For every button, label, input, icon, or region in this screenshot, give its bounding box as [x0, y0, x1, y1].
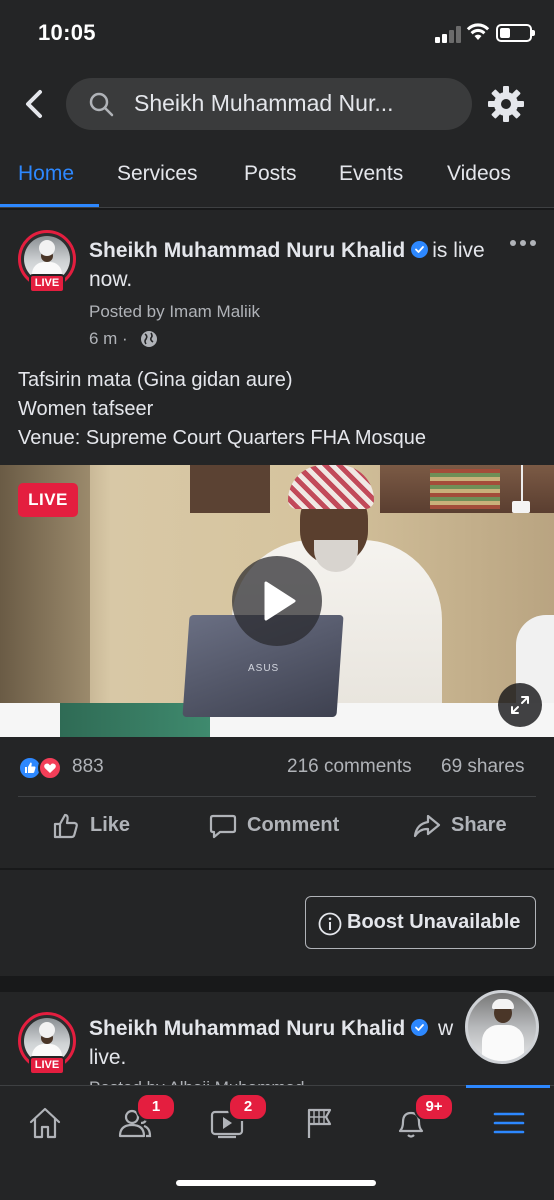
info-icon — [318, 912, 342, 936]
status-bar: 10:05 — [0, 0, 554, 66]
home-icon — [29, 1107, 61, 1139]
tab-videos[interactable]: Videos — [447, 162, 511, 186]
tab-events[interactable]: Events — [339, 162, 403, 186]
boost-bar: Boost Unavailable — [0, 870, 554, 976]
post-body-line: Women tafseer — [18, 398, 154, 420]
signal-icon — [435, 25, 461, 43]
friends-badge: 1 — [136, 1093, 176, 1121]
flag-icon — [307, 1108, 332, 1138]
post-title: Sheikh Muhammad Nuru Khalid w live. — [89, 1014, 455, 1072]
search-icon — [89, 92, 114, 117]
play-icon — [264, 581, 296, 621]
post-time: 6 m · — [89, 329, 128, 348]
watch-badge: 2 — [228, 1093, 268, 1121]
comment-icon — [209, 814, 237, 839]
comment-count[interactable]: 216 comments — [287, 756, 412, 778]
tab-posts[interactable]: Posts — [244, 162, 297, 186]
active-nav-indicator — [466, 1085, 550, 1088]
like-button[interactable]: Like — [52, 810, 152, 844]
notifications-badge: 9+ — [414, 1093, 454, 1121]
back-button[interactable] — [18, 84, 52, 124]
live-chat-head-bubble[interactable] — [465, 990, 539, 1064]
tab-home[interactable]: Home — [18, 162, 74, 186]
globe-icon — [141, 331, 157, 347]
verified-icon — [411, 1019, 429, 1036]
live-mini-badge: LIVE — [29, 1056, 65, 1075]
avatar[interactable]: LIVE — [18, 1012, 76, 1082]
search-input[interactable]: Sheikh Muhammad Nur... — [66, 78, 472, 130]
search-query: Sheikh Muhammad Nur... — [134, 90, 394, 116]
thumbs-up-icon — [53, 813, 78, 839]
comment-label: Comment — [247, 814, 340, 836]
verified-icon — [411, 241, 429, 258]
post-body-line: Tafsirin mata (Gina gidan aure) — [18, 369, 293, 391]
post-title: Sheikh Muhammad Nuru Khalid is live now. — [89, 236, 489, 294]
expand-icon — [511, 696, 529, 714]
wifi-icon — [466, 23, 490, 40]
nav-pages[interactable] — [294, 1100, 344, 1144]
page-tabs: Home Services Posts Events Videos — [0, 144, 554, 208]
avatar[interactable]: LIVE — [18, 230, 76, 300]
live-mini-badge: LIVE — [29, 274, 65, 293]
author-name[interactable]: Sheikh Muhammad Nuru Khalid — [89, 239, 405, 262]
nav-friends[interactable]: 1 — [110, 1093, 176, 1144]
expand-button[interactable] — [498, 683, 542, 727]
menu-icon — [493, 1112, 525, 1134]
post-body-line: Venue: Supreme Court Quarters FHA Mosque — [18, 427, 426, 449]
nav-notifications[interactable]: 9+ — [386, 1093, 454, 1144]
share-button[interactable]: Share — [413, 810, 523, 844]
share-label: Share — [451, 814, 507, 836]
page-header: Sheikh Muhammad Nur... — [0, 66, 554, 144]
reaction-count[interactable]: 883 — [72, 756, 104, 778]
tab-services[interactable]: Services — [117, 162, 198, 186]
laptop-logo: ASUS — [248, 663, 280, 674]
play-button[interactable] — [232, 556, 322, 646]
gear-icon[interactable] — [486, 84, 526, 124]
live-badge: LIVE — [18, 483, 78, 517]
wall-decoration — [512, 465, 530, 513]
divider — [18, 796, 536, 797]
more-options-icon[interactable] — [510, 240, 538, 248]
love-reaction-icon — [38, 756, 62, 780]
battery-icon — [496, 24, 535, 42]
active-tab-indicator — [0, 204, 99, 207]
boost-button[interactable]: Boost Unavailable — [305, 896, 536, 949]
live-video[interactable]: ASUS LIVE — [0, 465, 554, 737]
post-card: LIVE Sheikh Muhammad Nuru Khalid is live … — [0, 210, 554, 868]
share-count[interactable]: 69 shares — [441, 756, 524, 778]
share-icon — [413, 814, 441, 838]
comment-button[interactable]: Comment — [209, 810, 359, 844]
status-time: 10:05 — [38, 20, 96, 45]
post-body: Tafsirin mata (Gina gidan aure) Women ta… — [18, 366, 426, 453]
nav-watch[interactable]: 2 — [202, 1093, 268, 1144]
home-indicator[interactable] — [176, 1180, 376, 1186]
nav-menu[interactable] — [484, 1100, 534, 1144]
nav-home[interactable] — [20, 1100, 70, 1144]
posted-by: Posted by Imam Maliik — [89, 302, 260, 321]
like-label: Like — [90, 814, 131, 836]
boost-label: Boost Unavailable — [347, 911, 521, 933]
author-name[interactable]: Sheikh Muhammad Nuru Khalid — [89, 1017, 405, 1040]
